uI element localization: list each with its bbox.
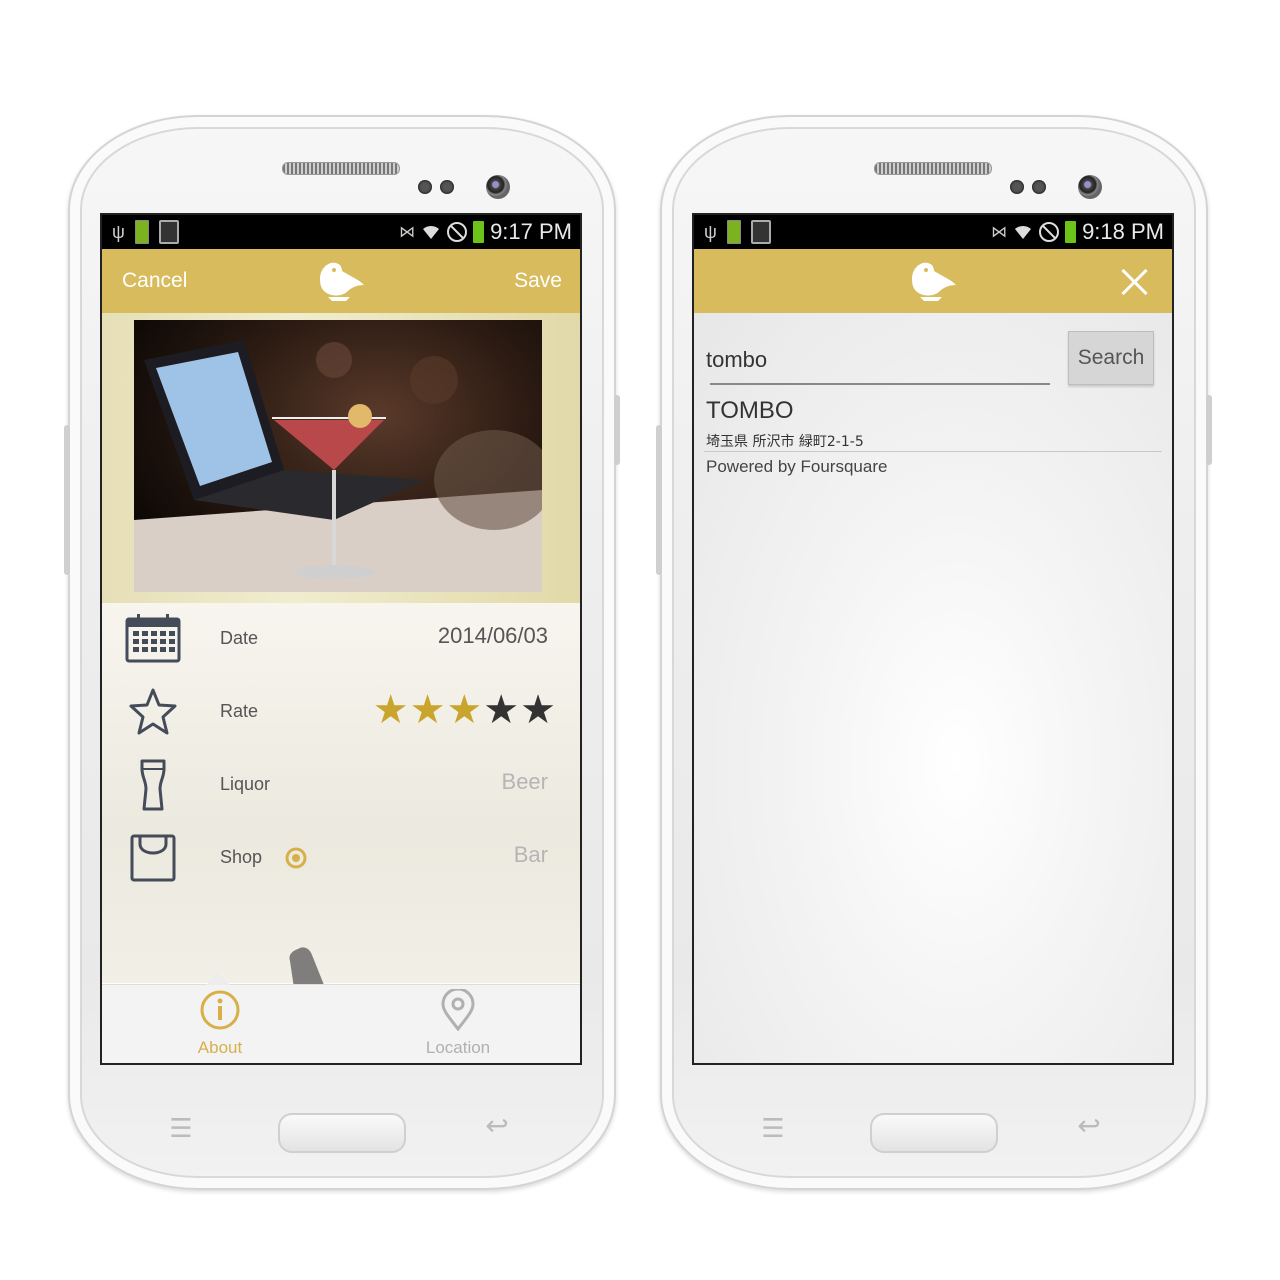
screen: ψ ⋈ 9:17 PM Cancel Save Date 2014/06/03 … [100, 213, 582, 1065]
search-button[interactable]: Search [1068, 331, 1154, 385]
action-bar: Cancel Save [102, 249, 580, 313]
liquor-label: Liquor [220, 774, 271, 794]
star-filled-icon[interactable]: ★ [446, 690, 482, 730]
bird-logo-icon [912, 262, 956, 301]
rate-label: Rate [220, 701, 259, 721]
sd-card-icon [158, 220, 179, 244]
result-address: 埼玉県 所沢市 緑町2-1-5 [706, 434, 864, 450]
shop-value: Bar [513, 842, 548, 867]
location-target-icon[interactable] [284, 846, 308, 870]
rating-stars[interactable]: ★ ★ ★ ★ ★ [373, 690, 556, 730]
star-empty-icon[interactable]: ★ [520, 690, 556, 730]
foursquare-attribution: Powered by Foursquare [706, 457, 888, 476]
rate-row: Rate ★ ★ ★ ★ ★ [102, 676, 580, 748]
battery-full-icon [726, 220, 741, 244]
proximity-sensor [418, 180, 432, 194]
cocktail-photo-illustration [134, 340, 542, 592]
action-bar [694, 249, 1172, 313]
light-sensor [1032, 180, 1046, 194]
battery-icon [473, 221, 485, 243]
back-key-icon[interactable]: ↩ [1072, 1112, 1106, 1140]
shop-row[interactable]: Shop Bar [102, 822, 580, 894]
bottom-tab-bar: About Location [102, 973, 580, 1063]
volume-button [64, 425, 70, 575]
active-tab-indicator [206, 973, 230, 985]
front-camera [486, 175, 510, 199]
bird-logo-icon [320, 262, 364, 301]
home-button[interactable] [278, 1113, 406, 1153]
usb-icon: ψ [704, 221, 717, 242]
earpiece-speaker [282, 162, 400, 175]
volume-button [656, 425, 662, 575]
shopping-bag-icon [130, 834, 176, 882]
vibrate-icon: ⋈ [399, 224, 416, 241]
status-bar: ψ ⋈ 9:18 PM [694, 215, 1172, 249]
vibrate-icon: ⋈ [991, 224, 1008, 241]
save-button[interactable]: Save [514, 269, 562, 293]
tab-location-label: Location [425, 1038, 491, 1057]
screen: ψ ⋈ 9:18 PM Se [692, 213, 1174, 1065]
cancel-button[interactable]: Cancel [122, 269, 187, 293]
blocking-icon [1039, 222, 1060, 242]
star-outline-icon [129, 688, 177, 735]
tab-location[interactable]: Location [388, 987, 528, 1058]
home-button[interactable] [870, 1113, 998, 1153]
map-pin-icon [441, 987, 475, 1032]
status-time: 9:17 PM [490, 219, 572, 244]
menu-key-icon[interactable]: ☰ [164, 1115, 198, 1141]
glass-icon [140, 759, 166, 811]
battery-icon [1065, 221, 1077, 243]
status-time: 9:18 PM [1082, 219, 1164, 244]
info-icon [200, 990, 240, 1030]
star-filled-icon[interactable]: ★ [410, 690, 446, 730]
shop-label: Shop [220, 847, 263, 867]
wifi-icon [423, 225, 440, 239]
venue-search-panel [694, 313, 1172, 1063]
calendar-icon [125, 614, 181, 663]
tab-about-label: About [197, 1038, 243, 1057]
liquor-value: Beer [501, 769, 548, 794]
front-camera [1078, 175, 1102, 199]
close-icon[interactable] [1120, 267, 1150, 297]
back-key-icon[interactable]: ↩ [480, 1112, 514, 1140]
tab-about[interactable]: About [150, 989, 290, 1058]
phone-left: ψ ⋈ 9:17 PM Cancel Save Date 2014/06/03 … [64, 115, 620, 1190]
divider [704, 451, 1162, 452]
date-row[interactable]: Date 2014/06/03 [102, 603, 580, 675]
date-value: 2014/06/03 [437, 623, 548, 648]
usb-icon: ψ [112, 221, 125, 242]
sd-card-icon [750, 220, 771, 244]
wifi-icon [1015, 225, 1032, 239]
star-filled-icon[interactable]: ★ [373, 690, 409, 730]
liquor-row[interactable]: Liquor Beer [102, 749, 580, 821]
earpiece-speaker [874, 162, 992, 175]
search-input[interactable] [706, 345, 1048, 375]
result-name: TOMBO [706, 397, 794, 424]
status-bar: ψ ⋈ 9:17 PM [102, 215, 580, 249]
proximity-sensor [1010, 180, 1024, 194]
star-empty-icon[interactable]: ★ [483, 690, 519, 730]
search-input-underline [710, 383, 1050, 385]
blocking-icon [447, 222, 468, 242]
power-button [1206, 395, 1212, 465]
battery-full-icon [134, 220, 149, 244]
power-button [614, 395, 620, 465]
phone-right: ψ ⋈ 9:18 PM Se [656, 115, 1212, 1190]
light-sensor [440, 180, 454, 194]
date-label: Date [220, 628, 259, 648]
menu-key-icon[interactable]: ☰ [756, 1115, 790, 1141]
detail-form: Date 2014/06/03 Rate ★ ★ ★ ★ ★ Liquor Beer [102, 603, 580, 983]
drink-photo[interactable] [134, 320, 542, 592]
